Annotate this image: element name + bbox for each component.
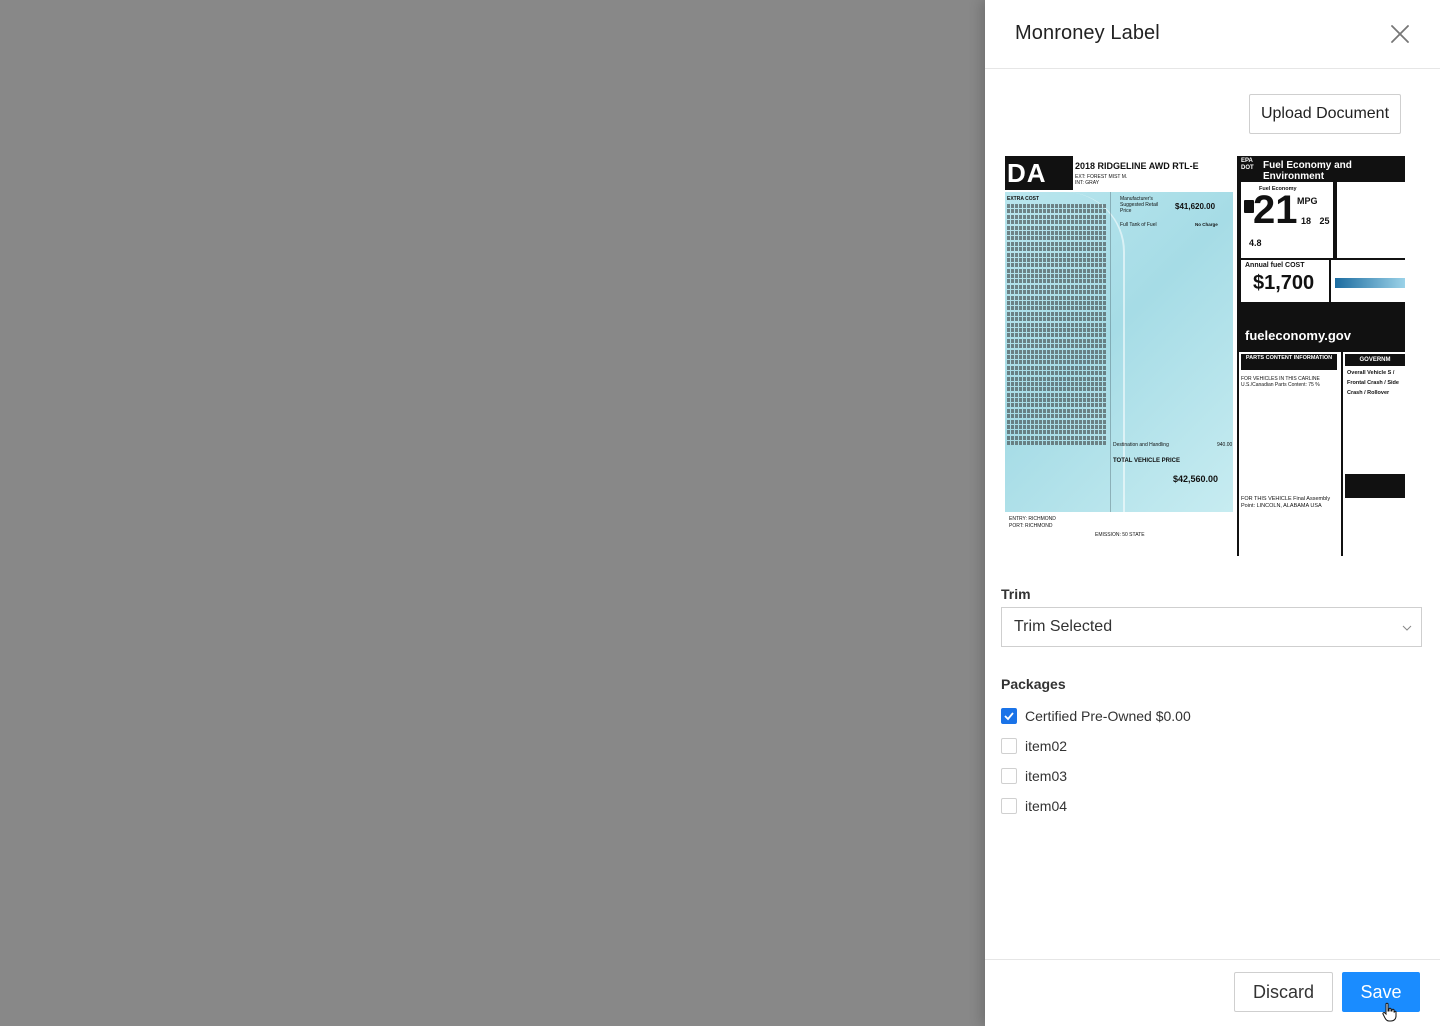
- checkbox[interactable]: [1001, 798, 1017, 814]
- sticker-extra-cost: EXTRA COST: [1007, 196, 1040, 202]
- package-label: Certified Pre-Owned $0.00: [1025, 708, 1191, 724]
- sticker-site: fueleconomy.gov: [1245, 328, 1351, 343]
- sticker-port-info: ENTRY: RICHMOND PORT: RICHMOND: [1009, 516, 1056, 530]
- sticker-parts-title: PARTS CONTENT INFORMATION: [1241, 354, 1337, 370]
- pointer-cursor-icon: [1382, 1002, 1397, 1022]
- sticker-msrp: $41,620.00: [1175, 202, 1216, 211]
- sticker-emission: EMISSION: 50 STATE: [1095, 532, 1145, 538]
- sticker-feature-lines: [1007, 204, 1107, 447]
- sticker-mpg-unit: MPG: [1297, 196, 1318, 206]
- sticker-assembly: FOR THIS VEHICLE Final Assembly Point: L…: [1241, 496, 1331, 509]
- sticker-model: 2018 RIDGELINE AWD RTL-E: [1075, 161, 1199, 171]
- drawer-header: Monroney Label: [985, 0, 1440, 69]
- sticker-star-ratings: [1345, 474, 1405, 498]
- sticker-total-price: $42,560.00: [1173, 474, 1219, 484]
- sticker-full-tank: Full Tank of Fuel: [1120, 222, 1157, 228]
- sticker-epa-tag: EPA DOT: [1241, 158, 1254, 171]
- check-icon: [1004, 712, 1014, 721]
- sticker-total-label: TOTAL VEHICLE PRICE: [1113, 458, 1181, 464]
- sticker-destination-value: 940.00: [1217, 442, 1233, 448]
- checkbox[interactable]: [1001, 738, 1017, 754]
- monroney-label-image: DA 2018 RIDGELINE AWD RTL-E EXT: FOREST …: [1005, 156, 1405, 556]
- sticker-annual-cost-label: Annual fuel COST: [1245, 262, 1305, 269]
- packages-label: Packages: [1001, 676, 1066, 692]
- sticker-mpg-city-hwy: 18 25: [1301, 216, 1330, 226]
- package-label: item03: [1025, 768, 1068, 784]
- package-checkbox-row[interactable]: item02: [1001, 736, 1301, 756]
- package-checkbox-row[interactable]: item03: [1001, 766, 1301, 786]
- sticker-annual-cost: $1,700: [1253, 272, 1315, 294]
- sticker-port-entry: ENTRY: RICHMOND: [1009, 516, 1056, 522]
- sticker-int-color: INT: GRAY: [1075, 180, 1100, 186]
- sticker-brand: DA: [1005, 156, 1073, 190]
- upload-document-button[interactable]: Upload Document: [1249, 94, 1401, 134]
- trim-value: Trim Selected: [1014, 618, 1113, 635]
- sticker-destination: Destination and Handling: [1113, 442, 1169, 448]
- sticker-colors: EXT: FOREST MIST M. INT: GRAY: [1075, 174, 1127, 186]
- package-checkbox-row[interactable]: item04: [1001, 796, 1301, 816]
- sticker-mpg-combined: 21: [1253, 188, 1298, 232]
- modal-backdrop[interactable]: [0, 0, 985, 1026]
- sticker-gov-lines: Overall Vehicle S / Frontal Crash / Side…: [1347, 370, 1399, 396]
- sticker-gov-title: GOVERNM: [1345, 354, 1405, 366]
- trim-label: Trim: [1001, 586, 1031, 602]
- sticker-divider: [1110, 192, 1111, 512]
- sticker-gallons: 4.8: [1249, 238, 1262, 248]
- discard-button[interactable]: Discard: [1234, 972, 1333, 1012]
- sticker-msrp-label: Manufacturer's Suggested Retail Price: [1120, 196, 1159, 214]
- monroney-drawer: Monroney Label Upload Document DA 2018 R…: [985, 0, 1440, 1026]
- sticker-port: PORT: RICHMOND: [1009, 523, 1053, 529]
- trim-select[interactable]: Trim Selected: [1001, 607, 1422, 647]
- package-label: item02: [1025, 738, 1068, 754]
- chevron-down-icon: [1402, 625, 1412, 631]
- sticker-epa-title: Fuel Economy and Environment: [1263, 160, 1352, 182]
- checkbox[interactable]: [1001, 768, 1017, 784]
- package-label: item04: [1025, 798, 1068, 814]
- sticker-no-charge: No Charge: [1195, 222, 1218, 227]
- close-icon[interactable]: [1388, 22, 1412, 46]
- checkbox-checked[interactable]: [1001, 708, 1017, 724]
- sticker-parts-text: FOR VEHICLES IN THIS CARLINE U.S./Canadi…: [1241, 376, 1320, 388]
- drawer-footer: Discard Save: [985, 959, 1440, 1026]
- package-checkbox-row[interactable]: Certified Pre-Owned $0.00: [1001, 706, 1301, 726]
- sticker-ghg-bar: [1335, 278, 1405, 288]
- drawer-title: Monroney Label: [1015, 22, 1160, 44]
- sticker-fe-notes: [1337, 182, 1405, 258]
